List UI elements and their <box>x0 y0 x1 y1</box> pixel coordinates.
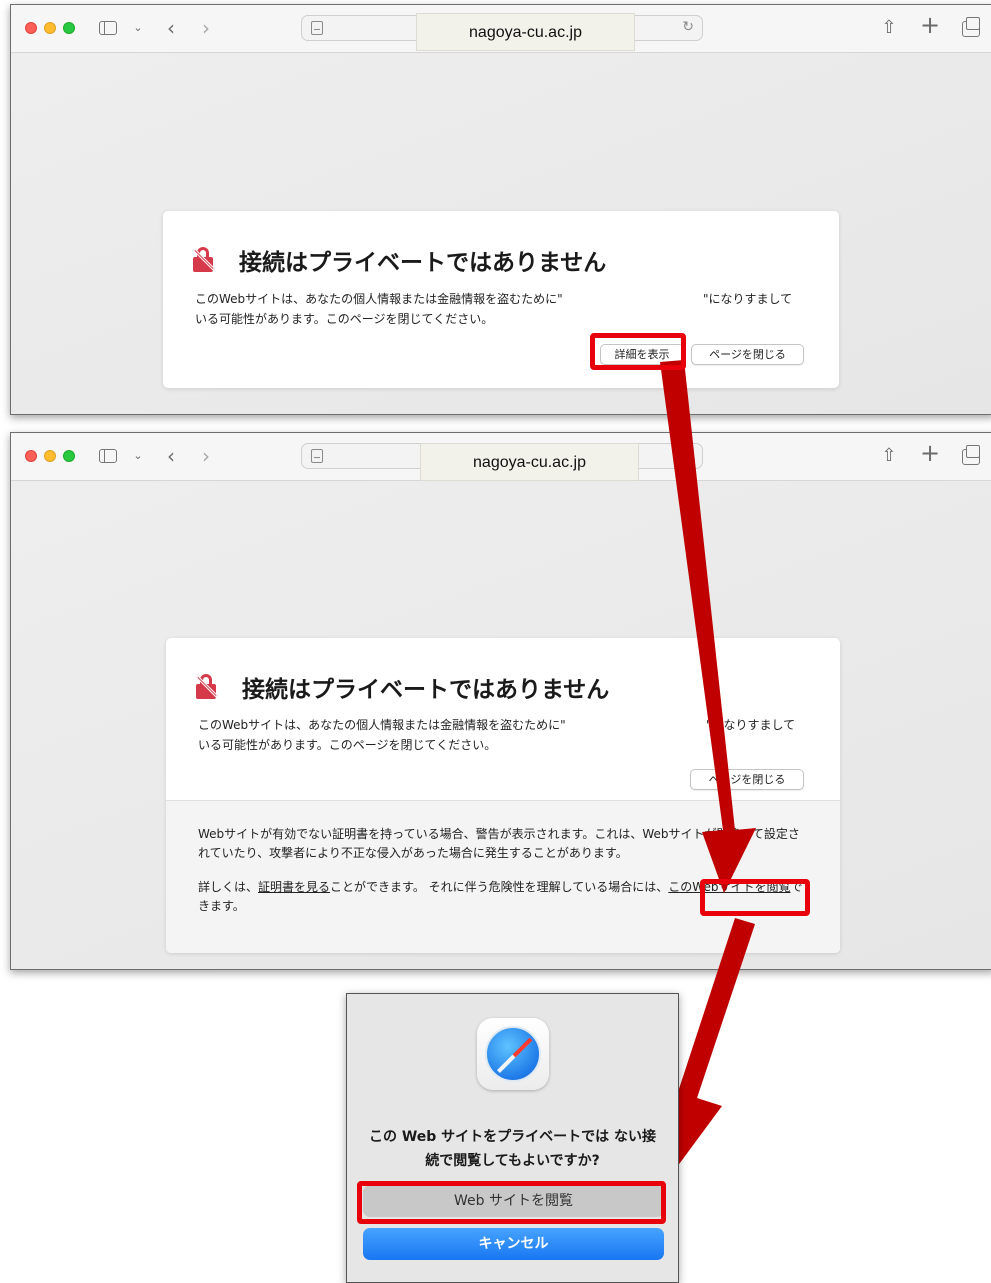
sidebar-icon[interactable] <box>99 21 117 35</box>
chevron-down-icon[interactable]: ⌄ <box>131 445 145 467</box>
page-content: 接続はプライベートではありません このWebサイトは、あなたの個人情報または金融… <box>11 482 991 969</box>
cancel-button[interactable]: キャンセル <box>363 1228 664 1260</box>
zoom-window-button[interactable] <box>63 22 75 34</box>
forward-icon[interactable]: › <box>196 445 216 467</box>
details-text-before: 詳しくは、 <box>198 880 259 894</box>
highlight-visit-button <box>357 1181 666 1224</box>
new-tab-icon[interactable]: + <box>920 13 940 37</box>
address-domain: nagoya-cu.ac.jp <box>416 13 635 51</box>
dialog-question: この Web サイトをプライベートでは ない接続で閲覧してもよいですか? <box>368 1129 657 1169</box>
forward-icon[interactable]: › <box>196 17 216 39</box>
page-menu-icon[interactable] <box>311 21 323 35</box>
back-icon[interactable]: ‹ <box>161 445 181 467</box>
browser-window-step1: ⌄ ‹ › ↻ nagoya-cu.ac.jp ⇧ + 接続はプライベートではあ… <box>10 4 991 415</box>
broken-lock-icon <box>193 247 215 273</box>
warning-title: 接続はプライベートではありません <box>239 250 607 276</box>
page-content: 接続はプライベートではありません このWebサイトは、あなたの個人情報または金融… <box>11 54 991 414</box>
zoom-window-button[interactable] <box>63 450 75 462</box>
safari-app-icon <box>477 1018 549 1090</box>
back-icon[interactable]: ‹ <box>161 17 181 39</box>
broken-lock-icon <box>196 674 218 700</box>
details-text-middle: ことができます。 それに伴う危険性を理解している場合には、 <box>330 880 669 894</box>
sidebar-icon[interactable] <box>99 449 117 463</box>
reload-icon[interactable]: ↻ <box>682 447 694 463</box>
reload-icon[interactable]: ↻ <box>682 19 694 35</box>
warning-message-line2: いる可能性があります。このページを閉じてください。 <box>195 312 494 326</box>
warning-title: 接続はプライベートではありません <box>242 677 610 703</box>
browser-toolbar: ⌄ ‹ › ↻ nagoya-cu.ac.jp ⇧ + <box>11 433 991 481</box>
warning-message-line1-tail: "になりすまして <box>703 292 793 306</box>
close-window-button[interactable] <box>25 22 37 34</box>
certificate-details-section: Webサイトが有効でない証明書を持っている場合、警告が表示されます。これは、We… <box>166 800 840 953</box>
minimize-window-button[interactable] <box>44 450 56 462</box>
minimize-window-button[interactable] <box>44 22 56 34</box>
warning-message-line1: このWebサイトは、あなたの個人情報または金融情報を盗むために" <box>198 718 566 732</box>
compass-icon <box>485 1026 541 1082</box>
highlight-show-details <box>590 333 686 370</box>
highlight-visit-link <box>700 879 810 916</box>
tabs-overview-icon[interactable] <box>962 17 980 37</box>
confirm-visit-dialog: この Web サイトをプライベートでは ない接続で閲覧してもよいですか? Web… <box>346 993 679 1283</box>
details-paragraph: Webサイトが有効でない証明書を持っている場合、警告が表示されます。これは、We… <box>198 827 800 860</box>
share-icon[interactable]: ⇧ <box>879 17 899 39</box>
address-domain: nagoya-cu.ac.jp <box>420 443 639 481</box>
close-page-button[interactable]: ページを閉じる <box>691 344 804 365</box>
new-tab-icon[interactable]: + <box>920 441 940 465</box>
warning-message: このWebサイトは、あなたの個人情報または金融情報を盗むために" "になりすまし… <box>195 289 815 329</box>
close-window-button[interactable] <box>25 450 37 462</box>
warning-message-line1-tail: "になりすまして <box>706 718 796 732</box>
share-icon[interactable]: ⇧ <box>879 445 899 467</box>
browser-window-step2: ⌄ ‹ › ↻ nagoya-cu.ac.jp ⇧ + 接続はプライベートではあ… <box>10 432 991 970</box>
privacy-warning-card: 接続はプライベートではありません このWebサイトは、あなたの個人情報または金融… <box>163 211 839 388</box>
warning-message: このWebサイトは、あなたの個人情報または金融情報を盗むために" "になりすまし… <box>198 715 818 755</box>
warning-message-line1: このWebサイトは、あなたの個人情報または金融情報を盗むために" <box>195 292 563 306</box>
browser-toolbar: ⌄ ‹ › ↻ nagoya-cu.ac.jp ⇧ + <box>11 5 991 53</box>
close-page-button[interactable]: ページを閉じる <box>690 769 804 790</box>
view-certificate-link[interactable]: 証明書を見る <box>258 880 330 894</box>
page-menu-icon[interactable] <box>311 449 323 463</box>
tabs-overview-icon[interactable] <box>962 445 980 465</box>
warning-message-line2: いる可能性があります。このページを閉じてください。 <box>198 738 497 752</box>
chevron-down-icon[interactable]: ⌄ <box>131 17 145 39</box>
